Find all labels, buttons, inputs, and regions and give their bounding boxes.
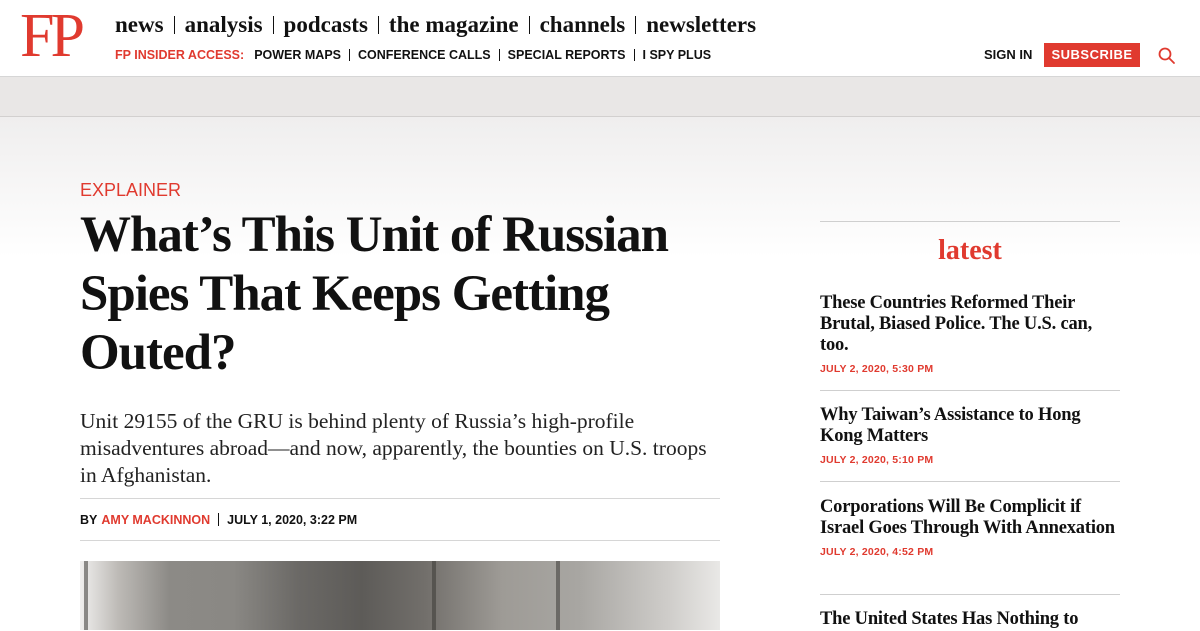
latest-sidebar: latest These Countries Reformed Their Br…	[820, 221, 1120, 631]
ad-band	[0, 77, 1200, 117]
subscribe-button[interactable]: SUBSCRIBE	[1044, 43, 1140, 67]
latest-story[interactable]: The United States Has Nothing to	[820, 609, 1120, 630]
article-dek: Unit 29155 of the GRU is behind plenty o…	[80, 409, 707, 487]
nav-divider	[377, 16, 379, 34]
story-date: JULY 2, 2020, 5:30 PM	[820, 363, 934, 375]
insider-access-nav: FP INSIDER ACCESS: POWER MAPS CONFERENCE…	[115, 48, 711, 62]
story-title[interactable]: Corporations Will Be Complicit if Israel…	[820, 497, 1120, 539]
latest-story[interactable]: These Countries Reformed Their Brutal, B…	[820, 293, 1120, 375]
story-divider	[820, 390, 1120, 391]
nav-channels[interactable]: channels	[540, 12, 626, 38]
fp-logo[interactable]: FP	[20, 5, 85, 67]
insider-link-special-reports[interactable]: SPECIAL REPORTS	[508, 48, 626, 62]
nav-news[interactable]: news	[115, 12, 164, 38]
hero-image-frame-edge	[432, 561, 436, 630]
hero-image-frame-edge	[556, 561, 560, 630]
insider-link-power-maps[interactable]: POWER MAPS	[254, 48, 341, 62]
article-headline: What’s This Unit of Russian Spies That K…	[80, 207, 669, 381]
nav-the-magazine[interactable]: the magazine	[389, 12, 519, 38]
byline-prefix: BY	[80, 512, 98, 527]
story-title[interactable]: The United States Has Nothing to	[820, 609, 1120, 630]
sign-in-link[interactable]: SIGN IN	[984, 47, 1032, 62]
latest-story[interactable]: Corporations Will Be Complicit if Israel…	[820, 497, 1120, 558]
insider-link-i-spy-plus[interactable]: I SPY PLUS	[643, 48, 712, 62]
site-header: FP news analysis podcasts the magazine c…	[0, 0, 1200, 77]
search-icon[interactable]	[1157, 46, 1177, 66]
author-link[interactable]: AMY MACKINNON	[101, 513, 210, 527]
story-title[interactable]: Why Taiwan’s Assistance to Hong Kong Mat…	[820, 405, 1120, 447]
byline: BY AMY MACKINNON JULY 1, 2020, 3:22 PM	[80, 498, 720, 541]
primary-nav: news analysis podcasts the magazine chan…	[115, 12, 756, 38]
hero-image-frame-edge	[84, 561, 88, 630]
nav-divider	[272, 16, 274, 34]
story-date: JULY 2, 2020, 4:52 PM	[820, 546, 934, 558]
latest-story[interactable]: Why Taiwan’s Assistance to Hong Kong Mat…	[820, 405, 1120, 466]
story-divider	[820, 594, 1120, 595]
insider-access-label: FP INSIDER ACCESS:	[115, 48, 245, 62]
nav-divider	[173, 16, 175, 34]
nav-newsletters[interactable]: newsletters	[646, 12, 756, 38]
latest-title: latest	[938, 235, 1002, 266]
hero-image	[80, 561, 720, 630]
byline-divider	[218, 513, 220, 526]
insider-divider	[633, 49, 635, 61]
publish-date: JULY 1, 2020, 3:22 PM	[227, 512, 358, 527]
nav-podcasts[interactable]: podcasts	[284, 12, 368, 38]
insider-divider	[498, 49, 500, 61]
insider-link-conference-calls[interactable]: CONFERENCE CALLS	[358, 48, 491, 62]
article-kicker[interactable]: EXPLAINER	[80, 180, 181, 201]
nav-divider	[635, 16, 637, 34]
nav-divider	[528, 16, 530, 34]
story-date: JULY 2, 2020, 5:10 PM	[820, 454, 934, 466]
nav-analysis[interactable]: analysis	[185, 12, 263, 38]
story-divider	[820, 481, 1120, 482]
story-title[interactable]: These Countries Reformed Their Brutal, B…	[820, 293, 1120, 356]
insider-divider	[349, 49, 350, 61]
